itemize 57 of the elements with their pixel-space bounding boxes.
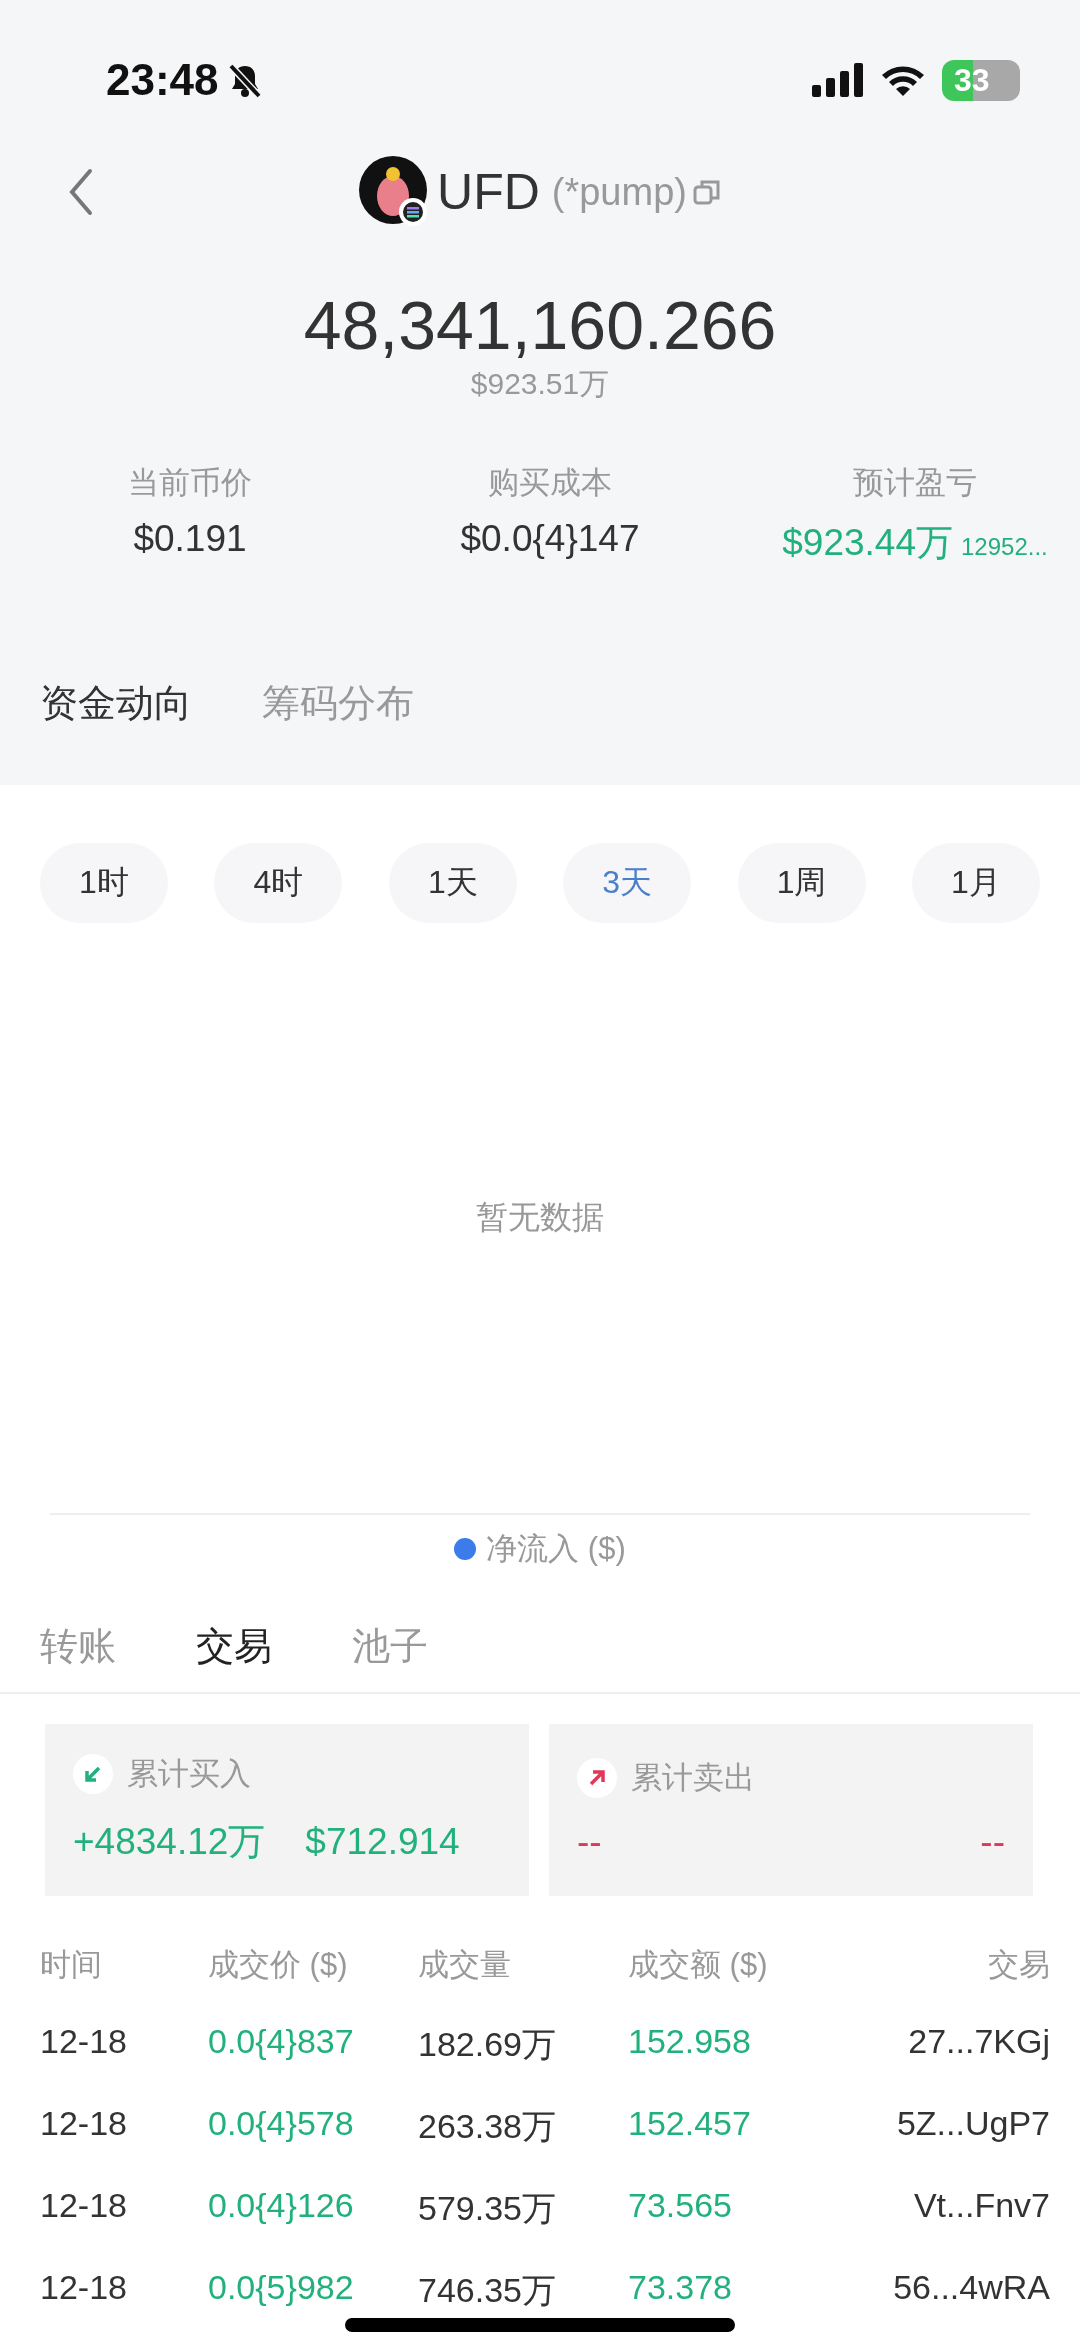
- status-time: 23:48: [106, 55, 219, 105]
- column-header: 成交价 ($): [208, 1946, 349, 1984]
- stat-label: 购买成本: [488, 464, 612, 502]
- summary-amount: +4834.12万: [73, 1820, 266, 1864]
- column-header: 时间: [40, 1946, 103, 1984]
- summary-label: 累计买入: [127, 1755, 251, 1793]
- copy-icon: [692, 178, 721, 206]
- summary-value: $712.914: [305, 1821, 460, 1863]
- table-cell-text: 182.69万: [418, 2024, 557, 2065]
- wifi-icon: [880, 63, 926, 97]
- stat-label: 当前币价: [128, 464, 252, 502]
- table-cell-text: 0.0{4}578: [208, 2104, 355, 2144]
- balance-value: $923.51万: [469, 366, 611, 402]
- signal-icon: [812, 63, 864, 97]
- table-cell-text: 263.38万: [418, 2106, 557, 2147]
- column-header: 成交量: [418, 1946, 512, 1984]
- column-header: 成交额 ($): [628, 1946, 769, 1984]
- token-symbol: UFD: [437, 163, 540, 221]
- column-header: 交易: [987, 1946, 1050, 1984]
- period-chip[interactable]: 3天: [563, 843, 692, 923]
- table-cell-text: 27...7KGj: [907, 2022, 1050, 2062]
- empty-text: 暂无数据: [476, 1198, 604, 1237]
- table-cell-text: Vt...Fnv7: [912, 2186, 1050, 2226]
- summary-value: --: [980, 1821, 1005, 1863]
- table-cell-text: 152.457: [628, 2104, 752, 2144]
- table-cell-text: 0.0{4}126: [208, 2186, 355, 2226]
- period-chip[interactable]: 4时: [214, 843, 343, 923]
- table-cell-text: 0.0{4}837: [208, 2022, 355, 2062]
- table-cell-text: 73.565: [628, 2186, 733, 2226]
- token-balance: 48,341,160.266: [302, 286, 778, 365]
- period-chip[interactable]: 1天: [388, 843, 517, 923]
- table-cell-text: 152.958: [628, 2022, 752, 2062]
- period-chip[interactable]: 1月: [911, 843, 1040, 923]
- table-cell-text: 0.0{5}982: [208, 2268, 355, 2308]
- battery-indicator: 33: [942, 59, 1020, 101]
- table-cell-text: 12-18: [40, 2268, 128, 2308]
- token-platform: (*pump): [551, 170, 687, 214]
- stat-value: $923.44万: [782, 521, 953, 565]
- period-chip[interactable]: 1周: [737, 843, 866, 923]
- stat-value: $0.0{4}147: [460, 518, 640, 560]
- legend-label: 净流入 ($): [486, 1530, 626, 1568]
- table-cell-text: 5Z...UgP7: [895, 2104, 1050, 2144]
- section-tab[interactable]: 资金动向: [40, 678, 192, 729]
- table-cell-text: 12-18: [40, 2022, 128, 2062]
- table-cell-text: 579.35万: [418, 2188, 557, 2229]
- period-chip[interactable]: 1时: [40, 843, 168, 923]
- stat-extra: 12952...: [961, 533, 1048, 561]
- table-cell-text: 56...4wRA: [892, 2268, 1050, 2308]
- table-cell-text: 73.378: [628, 2268, 733, 2308]
- summary-label: 累计卖出: [631, 1759, 755, 1797]
- table-cell-text: 746.35万: [418, 2270, 557, 2311]
- summary-amount: --: [577, 1821, 602, 1863]
- stat-label: 预计盈亏: [853, 464, 977, 502]
- transaction-tab[interactable]: 交易: [196, 1621, 272, 1672]
- stat-value: $0.191: [133, 518, 247, 560]
- table-cell-text: 12-18: [40, 2104, 128, 2144]
- table-cell-text: 12-18: [40, 2186, 128, 2226]
